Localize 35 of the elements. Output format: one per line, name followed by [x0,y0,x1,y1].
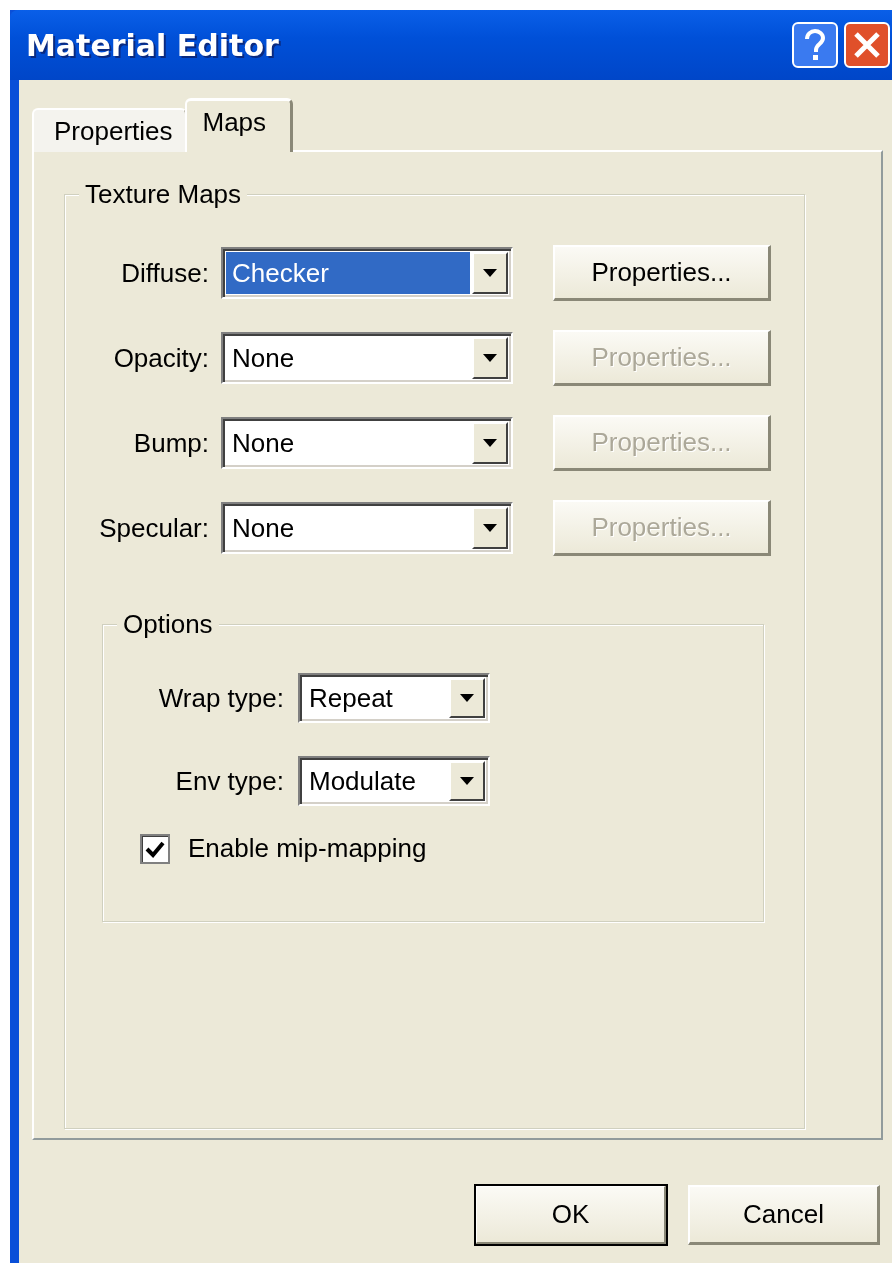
tab[interactable]: Maps [184,98,294,152]
close-icon[interactable] [844,22,890,68]
caret-icon [483,354,497,362]
tab[interactable]: Properties [32,108,187,152]
caret-icon [483,524,497,532]
dropdown-button[interactable] [449,761,485,801]
dropdown-button[interactable] [472,422,508,464]
caret-icon [460,694,474,702]
dropdown-field[interactable]: None [221,502,513,554]
dropdown-field[interactable]: None [221,417,513,469]
dropdown-field[interactable]: None [221,332,513,384]
dropdown-button[interactable] [472,252,508,294]
field-label: Specular: [98,512,209,544]
field-label: Env type: [174,765,284,797]
checkbox[interactable] [140,833,170,864]
dropdown-button[interactable] [449,678,485,718]
caret-icon [483,269,497,277]
check-mark-icon [145,839,165,858]
dialog-button[interactable]: OK [475,1185,667,1245]
properties-button[interactable]: Properties... [553,245,771,301]
field-label: Opacity: [112,342,209,374]
help-icon[interactable] [792,22,838,68]
dropdown-field[interactable]: Modulate [298,756,490,806]
checkbox-label: Enable mip-mapping [188,833,427,864]
dropdown-field[interactable]: Repeat [298,673,490,723]
field-label: Diffuse: [120,257,209,289]
caret-icon [460,777,474,785]
dropdown-button[interactable] [472,337,508,379]
caret-icon [483,439,497,447]
dropdown-button[interactable] [472,507,508,549]
field-label: Bump: [132,427,209,459]
field-label: Wrap type: [157,682,284,714]
window-title: Material Editor [26,27,280,63]
dialog-button[interactable]: Cancel [688,1185,880,1245]
dropdown-field[interactable]: Checker [221,247,513,299]
